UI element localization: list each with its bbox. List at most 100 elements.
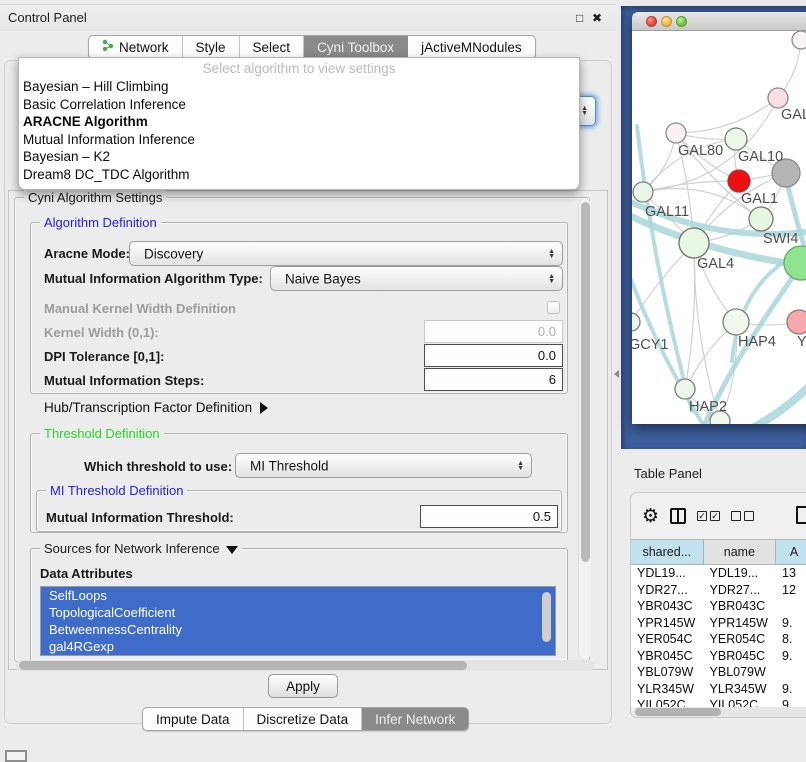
- tab-jactivemnodules[interactable]: jActiveMNodules: [408, 36, 535, 58]
- table-cell[interactable]: 9.: [776, 615, 806, 632]
- table-row[interactable]: YBR043CYBR043C: [631, 598, 806, 615]
- apply-button[interactable]: Apply: [268, 674, 338, 698]
- document-icon[interactable]: [796, 506, 806, 524]
- table-row[interactable]: YDL19...YDL19...13: [631, 565, 806, 582]
- table-row[interactable]: YBL079WYBL079W: [631, 664, 806, 681]
- table-cell[interactable]: YPR145W: [631, 615, 704, 632]
- column-header-clipped[interactable]: A: [776, 540, 806, 565]
- settings-vertical-scrollbar-thumb[interactable]: [581, 202, 590, 562]
- window-close-icon[interactable]: [646, 16, 657, 27]
- manual-kernel-width-checkbox[interactable]: [547, 301, 560, 314]
- settings-vertical-scrollbar[interactable]: [578, 199, 591, 659]
- mi-threshold-field[interactable]: 0.5: [420, 505, 558, 528]
- node-unnamed-pink[interactable]: [768, 88, 788, 108]
- node-big-green[interactable]: [784, 246, 806, 280]
- attr-list-scrollbar-thumb[interactable]: [542, 592, 551, 642]
- expand-right-icon[interactable]: [260, 402, 268, 414]
- algorithm-option[interactable]: Dream8 DC_TDC Algorithm: [19, 166, 579, 184]
- node-unnamed-top[interactable]: [792, 31, 806, 49]
- node-pink-right[interactable]: [787, 310, 806, 334]
- tab-infer-network[interactable]: Infer Network: [362, 708, 468, 730]
- table-cell[interactable]: YBR045C: [631, 648, 704, 665]
- table-cell[interactable]: YBR043C: [631, 598, 704, 615]
- table-horizontal-scrollbar[interactable]: [633, 707, 806, 717]
- algorithm-option[interactable]: Bayesian – K2: [19, 148, 579, 166]
- column-header-shared-name[interactable]: shared...: [631, 540, 704, 565]
- table-cell[interactable]: [776, 598, 806, 615]
- mi-steps-field[interactable]: 6: [424, 368, 563, 391]
- algorithm-option[interactable]: ARACNE Algorithm: [19, 113, 579, 131]
- select-all-checkboxes-icon[interactable]: ✓✓: [697, 511, 720, 521]
- table-cell[interactable]: YER054C: [631, 631, 704, 648]
- node-gal1[interactable]: [749, 207, 773, 231]
- algorithm-option[interactable]: Mutual Information Inference: [19, 131, 579, 149]
- column-header-name[interactable]: name: [704, 540, 777, 565]
- tab-network[interactable]: Network: [89, 36, 183, 58]
- table-cell[interactable]: YDR27...: [631, 582, 704, 599]
- float-window-icon[interactable]: □: [576, 11, 583, 25]
- table-cell[interactable]: 13: [776, 565, 806, 582]
- attr-list-scrollbar[interactable]: [541, 590, 553, 652]
- settings-horizontal-scrollbar-thumb[interactable]: [19, 661, 467, 670]
- network-window[interactable]: GALGAL80GAL10GAL1GAL11SWI4GAL4GCY1HAP4YH…: [632, 12, 806, 424]
- algorithm-option[interactable]: Basic Correlation Inference: [19, 96, 579, 114]
- table-cell[interactable]: 12: [776, 582, 806, 599]
- columns-icon[interactable]: [670, 508, 686, 524]
- window-zoom-icon[interactable]: [676, 16, 687, 27]
- data-attribute-item[interactable]: BetweennessCentrality: [41, 621, 555, 638]
- data-attributes-list[interactable]: SelfLoopsTopologicalCoefficientBetweenne…: [40, 586, 556, 656]
- data-attribute-item[interactable]: SelfLoops: [41, 587, 555, 604]
- table-row[interactable]: YDR27...YDR27...12: [631, 582, 806, 599]
- table-cell[interactable]: 9.: [776, 648, 806, 665]
- table-cell[interactable]: 9.: [776, 681, 806, 698]
- table-cell[interactable]: YBL079W: [631, 664, 704, 681]
- tab-style[interactable]: Style: [183, 36, 240, 58]
- table-cell[interactable]: YIL052C: [704, 697, 777, 707]
- node-hap2[interactable]: [675, 379, 695, 399]
- node-hap4[interactable]: [723, 309, 749, 335]
- network-window-titlebar[interactable]: [632, 12, 806, 31]
- kernel-width-field[interactable]: 0.0: [424, 320, 563, 343]
- hub-transcription-section[interactable]: Hub/Transcription Factor Definition: [44, 400, 268, 415]
- minimized-panel-icon[interactable]: [5, 750, 27, 762]
- tab-cyni-toolbox[interactable]: Cyni Toolbox: [304, 36, 408, 58]
- table-horizontal-scrollbar-thumb[interactable]: [635, 708, 721, 716]
- node-gal4[interactable]: [679, 228, 709, 258]
- table-row[interactable]: YPR145WYPR145W9.: [631, 615, 806, 632]
- network-canvas[interactable]: GALGAL80GAL10GAL1GAL11SWI4GAL4GCY1HAP4YH…: [632, 31, 806, 424]
- mi-algorithm-type-combo[interactable]: Naive Bayes ▲▼: [270, 266, 563, 291]
- table-cell[interactable]: YDL19...: [631, 565, 704, 582]
- node-gal10[interactable]: [725, 128, 747, 150]
- settings-horizontal-scrollbar[interactable]: [16, 660, 594, 671]
- table-cell[interactable]: YDR27...: [704, 582, 777, 599]
- table-cell[interactable]: YBR043C: [704, 598, 777, 615]
- algorithm-option[interactable]: Bayesian – Hill Climbing: [19, 78, 579, 96]
- close-icon[interactable]: ✖: [592, 11, 602, 25]
- table-cell[interactable]: YER054C: [704, 631, 777, 648]
- node-gal80[interactable]: [666, 123, 686, 143]
- which-threshold-combo[interactable]: MI Threshold ▲▼: [235, 453, 532, 478]
- table-cell[interactable]: 9.: [776, 697, 806, 707]
- table-row[interactable]: YIL052CYIL052C9.: [631, 697, 806, 707]
- data-attribute-item[interactable]: TopologicalCoefficient: [41, 604, 555, 621]
- collapse-down-icon[interactable]: [226, 546, 238, 554]
- table-cell[interactable]: YPR145W: [704, 615, 777, 632]
- tab-select[interactable]: Select: [240, 36, 305, 58]
- gear-icon[interactable]: ⚙: [642, 507, 659, 526]
- table-row[interactable]: YER054CYER054C8.: [631, 631, 806, 648]
- node-gcy1[interactable]: [632, 313, 640, 331]
- table-row[interactable]: YBR045CYBR045C9.: [631, 648, 806, 665]
- table-cell[interactable]: YDL19...: [704, 565, 777, 582]
- deselect-all-checkboxes-icon[interactable]: [731, 511, 754, 521]
- table-cell[interactable]: YIL052C: [631, 697, 704, 707]
- dpi-tolerance-field[interactable]: 0.0: [424, 344, 563, 367]
- table-cell[interactable]: YBL079W: [704, 664, 777, 681]
- node-red[interactable]: [728, 170, 750, 192]
- data-attribute-item[interactable]: gal4RGexp: [41, 638, 555, 655]
- tab-impute-data[interactable]: Impute Data: [143, 708, 244, 730]
- aracne-mode-combo[interactable]: Discovery ▲▼: [129, 241, 563, 266]
- node-gal11[interactable]: [633, 182, 653, 202]
- table-cell[interactable]: 8.: [776, 631, 806, 648]
- table-cell[interactable]: YBR045C: [704, 648, 777, 665]
- table-cell[interactable]: YLR345W: [704, 681, 777, 698]
